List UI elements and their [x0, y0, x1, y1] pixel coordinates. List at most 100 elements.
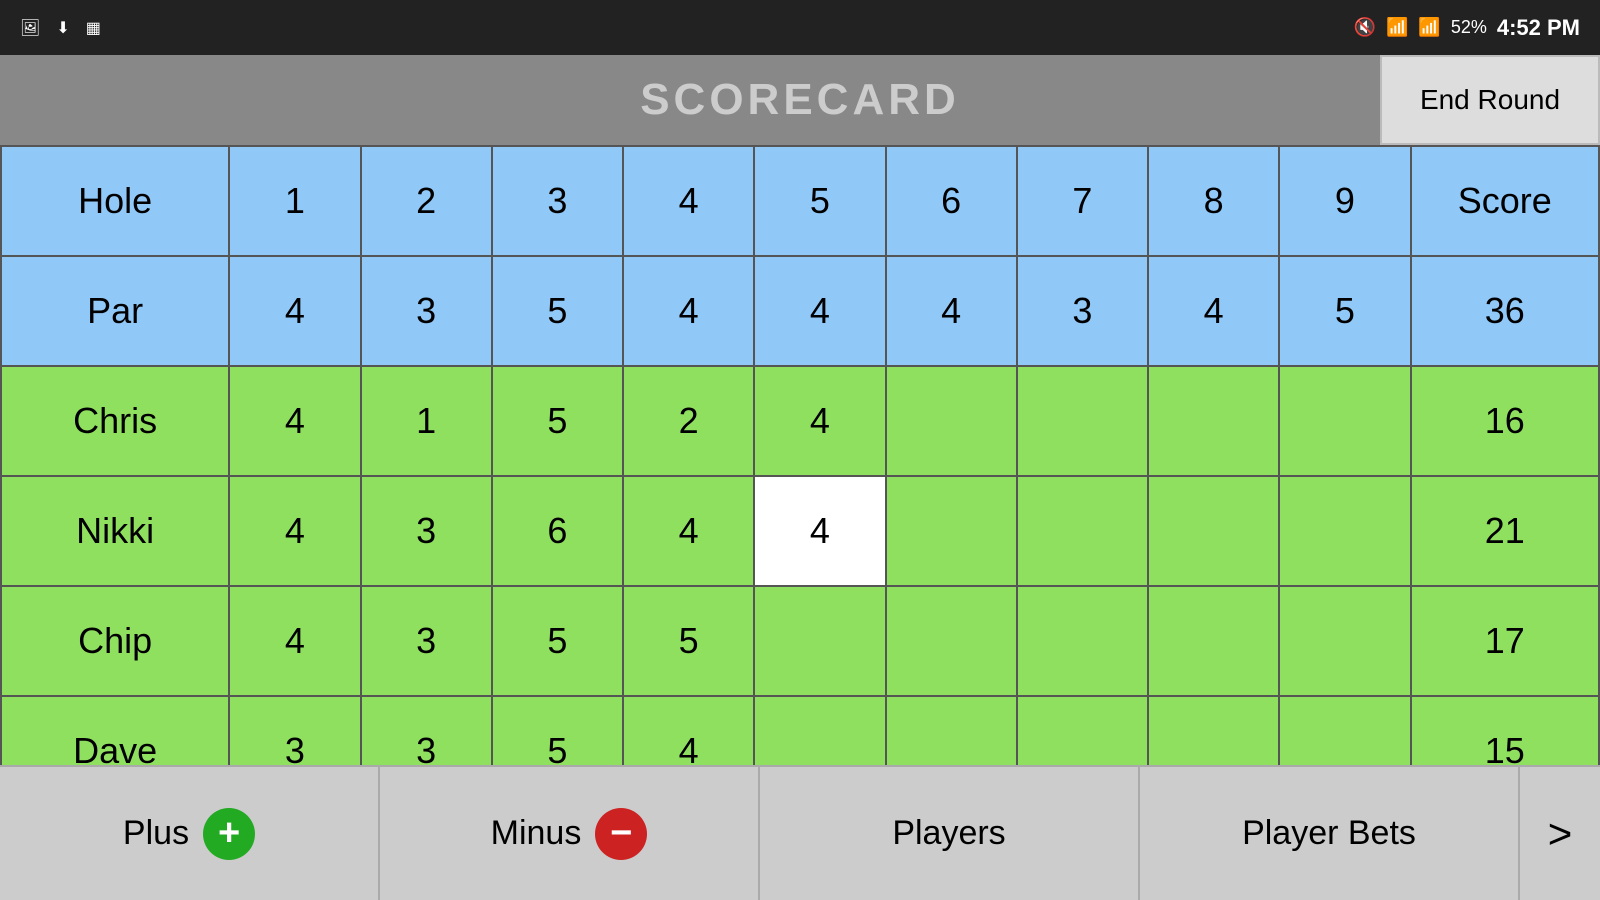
- par-5: 4: [754, 256, 885, 366]
- chip-h4: 5: [623, 586, 754, 696]
- nikki-h9: [1279, 476, 1410, 586]
- download-icon: ⬇: [56, 18, 69, 38]
- image-icon: 🖼: [20, 18, 40, 38]
- clock: 4:52 PM: [1497, 15, 1580, 41]
- table-row: Dave 3 3 5 4 15: [1, 696, 1599, 765]
- hole-6-header: 6: [886, 146, 1017, 256]
- par-2: 3: [361, 256, 492, 366]
- nikki-h5: 4: [754, 476, 885, 586]
- dave-name: Dave: [1, 696, 229, 765]
- nikki-h3: 6: [492, 476, 623, 586]
- dave-h5: [754, 696, 885, 765]
- signal-icon: 📶: [1418, 17, 1440, 38]
- table-row: Chris 4 1 5 2 4 16: [1, 366, 1599, 476]
- par-8: 4: [1148, 256, 1279, 366]
- grid-icon: ▦: [86, 18, 101, 38]
- plus-button[interactable]: Plus +: [0, 767, 380, 900]
- par-1: 4: [229, 256, 360, 366]
- hole-header-row: Hole 1 2 3 4 5 6 7 8 9 Score: [1, 146, 1599, 256]
- hole-7-header: 7: [1017, 146, 1148, 256]
- chip-name: Chip: [1, 586, 229, 696]
- end-round-button[interactable]: End Round: [1380, 55, 1600, 145]
- dave-h7: [1017, 696, 1148, 765]
- par-score: 36: [1411, 256, 1599, 366]
- hole-4-header: 4: [623, 146, 754, 256]
- hole-9-header: 9: [1279, 146, 1410, 256]
- scorecard-title: SCORECARD: [640, 75, 960, 125]
- minus-icon: −: [595, 808, 647, 860]
- chris-name: Chris: [1, 366, 229, 476]
- battery-text: 52%: [1451, 17, 1487, 38]
- nikki-h2: 3: [361, 476, 492, 586]
- chris-h7: [1017, 366, 1148, 476]
- status-left-icons: 🖼 ⬇ ▦: [20, 18, 101, 38]
- nikki-h8: [1148, 476, 1279, 586]
- chip-h1: 4: [229, 586, 360, 696]
- par-row: Par 4 3 5 4 4 4 3 4 5 36: [1, 256, 1599, 366]
- plus-icon: +: [203, 808, 255, 860]
- scorecard-table: Hole 1 2 3 4 5 6 7 8 9 Score Par 4 3 5 4…: [0, 145, 1600, 765]
- chip-h8: [1148, 586, 1279, 696]
- par-6: 4: [886, 256, 1017, 366]
- table-row: Nikki 4 3 6 4 4 21: [1, 476, 1599, 586]
- players-button[interactable]: Players: [760, 767, 1140, 900]
- dave-h9: [1279, 696, 1410, 765]
- status-bar: 🖼 ⬇ ▦ 🔇 📶 📶 52% 4:52 PM: [0, 0, 1600, 55]
- chip-h5: [754, 586, 885, 696]
- chip-h9: [1279, 586, 1410, 696]
- chris-h5: 4: [754, 366, 885, 476]
- players-label: Players: [892, 814, 1005, 853]
- chris-h1: 4: [229, 366, 360, 476]
- minus-button[interactable]: Minus −: [380, 767, 760, 900]
- chip-h6: [886, 586, 1017, 696]
- hole-2-header: 2: [361, 146, 492, 256]
- chip-h2: 3: [361, 586, 492, 696]
- score-header: Score: [1411, 146, 1599, 256]
- status-right-icons: 🔇 📶 📶 52% 4:52 PM: [1354, 15, 1580, 41]
- hole-3-header: 3: [492, 146, 623, 256]
- bottom-bar: Plus + Minus − Players Player Bets >: [0, 765, 1600, 900]
- next-arrow-button[interactable]: >: [1520, 767, 1600, 900]
- chip-score: 17: [1411, 586, 1599, 696]
- plus-label: Plus: [123, 814, 189, 853]
- scorecard-table-wrapper: Hole 1 2 3 4 5 6 7 8 9 Score Par 4 3 5 4…: [0, 145, 1600, 765]
- chip-h7: [1017, 586, 1148, 696]
- hole-1-header: 1: [229, 146, 360, 256]
- dave-h1: 3: [229, 696, 360, 765]
- nikki-h1: 4: [229, 476, 360, 586]
- dave-score: 15: [1411, 696, 1599, 765]
- nikki-h4: 4: [623, 476, 754, 586]
- dave-h6: [886, 696, 1017, 765]
- dave-h2: 3: [361, 696, 492, 765]
- hole-8-header: 8: [1148, 146, 1279, 256]
- chris-h4: 2: [623, 366, 754, 476]
- wifi-icon: 📶: [1386, 17, 1408, 38]
- chris-h3: 5: [492, 366, 623, 476]
- chip-h3: 5: [492, 586, 623, 696]
- table-row: Chip 4 3 5 5 17: [1, 586, 1599, 696]
- player-bets-label: Player Bets: [1242, 814, 1416, 853]
- par-7: 3: [1017, 256, 1148, 366]
- nikki-score: 21: [1411, 476, 1599, 586]
- mute-icon: 🔇: [1354, 17, 1376, 38]
- nikki-name: Nikki: [1, 476, 229, 586]
- par-4: 4: [623, 256, 754, 366]
- header: SCORECARD End Round: [0, 55, 1600, 145]
- chris-score: 16: [1411, 366, 1599, 476]
- dave-h4: 4: [623, 696, 754, 765]
- chris-h6: [886, 366, 1017, 476]
- nikki-h7: [1017, 476, 1148, 586]
- chris-h9: [1279, 366, 1410, 476]
- par-label: Par: [1, 256, 229, 366]
- player-bets-button[interactable]: Player Bets: [1140, 767, 1520, 900]
- dave-h8: [1148, 696, 1279, 765]
- dave-h3: 5: [492, 696, 623, 765]
- par-3: 5: [492, 256, 623, 366]
- chris-h2: 1: [361, 366, 492, 476]
- hole-5-header: 5: [754, 146, 885, 256]
- nikki-h6: [886, 476, 1017, 586]
- arrow-right-icon: >: [1548, 810, 1573, 858]
- hole-label: Hole: [1, 146, 229, 256]
- minus-label: Minus: [491, 814, 582, 853]
- par-9: 5: [1279, 256, 1410, 366]
